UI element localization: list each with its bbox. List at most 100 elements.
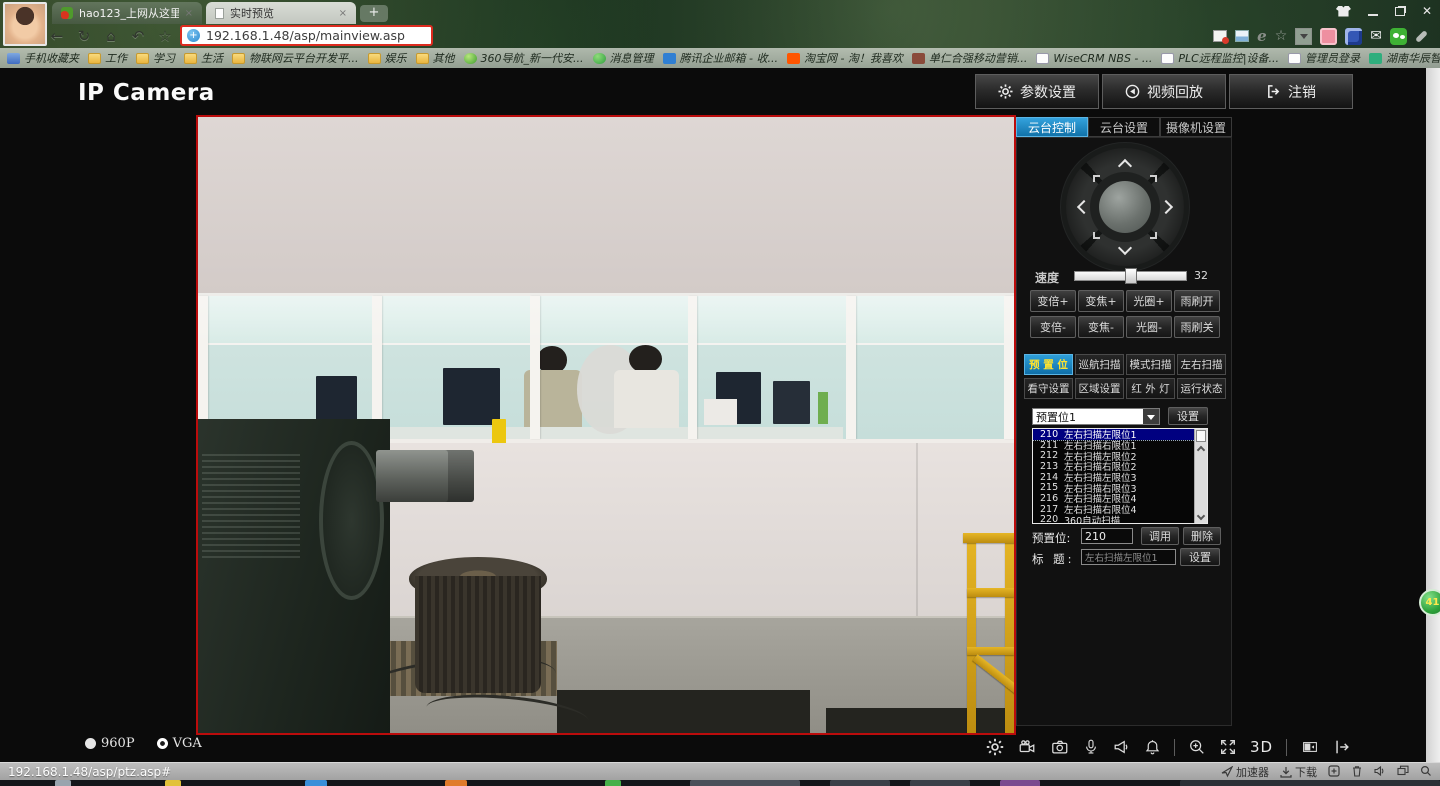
windows-taskbar[interactable]	[0, 780, 1440, 786]
video-playback-button[interactable]: 视频回放	[1102, 74, 1226, 109]
mail-icon[interactable]: ✉	[1370, 28, 1382, 44]
tab-area-settings[interactable]: 区域设置	[1075, 378, 1124, 399]
arrow-up-right-icon[interactable]	[1150, 175, 1157, 182]
tab-preset[interactable]: 预 置 位	[1024, 354, 1073, 375]
bookmark-item[interactable]: 学习	[136, 50, 175, 66]
preset-set-button[interactable]: 设置	[1168, 407, 1208, 425]
back-icon[interactable]: ←	[48, 27, 66, 45]
tab-guard-settings[interactable]: 看守设置	[1024, 378, 1073, 399]
taskbar-app[interactable]	[305, 780, 327, 786]
tab-pan-scan[interactable]: 左右扫描	[1177, 354, 1226, 375]
address-bar[interactable]: + 192.168.1.48/asp/mainview.asp	[180, 25, 433, 46]
focus-minus-button[interactable]: 变焦-	[1078, 316, 1124, 338]
preset-id-input[interactable]: 210	[1081, 528, 1133, 544]
bookmark-item[interactable]: 生活	[184, 50, 223, 66]
bookmark-item[interactable]: 其他	[416, 50, 455, 66]
search-zoom-icon[interactable]	[1420, 765, 1434, 780]
mic-icon[interactable]	[1083, 738, 1099, 756]
arrow-right-icon[interactable]	[1159, 200, 1173, 214]
bookmark-item[interactable]: 腾讯企业邮箱 - 收...	[663, 50, 778, 66]
resolution-vga[interactable]: VGA	[157, 736, 202, 751]
add-tool-icon[interactable]	[1328, 765, 1340, 780]
logout-button[interactable]: 注销	[1229, 74, 1353, 109]
bookmark-item[interactable]: 单仁合强移动营销...	[912, 50, 1028, 66]
home-icon[interactable]: ⌂	[102, 27, 120, 45]
tab-ptz-control[interactable]: 云台控制	[1016, 117, 1088, 137]
bookmark-item[interactable]: 娱乐	[368, 50, 407, 66]
skin-icon[interactable]	[1336, 6, 1351, 17]
taskbar-tray[interactable]	[1180, 780, 1440, 786]
speed-slider-thumb[interactable]	[1125, 268, 1137, 284]
alarm-bell-icon[interactable]	[1144, 738, 1161, 756]
wechat-icon[interactable]	[1390, 28, 1407, 45]
delete-preset-button[interactable]: 删除	[1183, 527, 1221, 545]
plugin-badge[interactable]: 41	[1419, 589, 1440, 616]
audio-horn-icon[interactable]	[1112, 738, 1131, 756]
trash-icon[interactable]	[1351, 765, 1363, 780]
live-video-canvas[interactable]	[196, 115, 1016, 735]
taskbar-app[interactable]	[830, 780, 890, 786]
zoom-minus-button[interactable]: 变倍-	[1030, 316, 1076, 338]
ptz-direction-pad[interactable]	[1066, 148, 1184, 266]
iris-minus-button[interactable]: 光圈-	[1126, 316, 1172, 338]
arrow-down-left-icon[interactable]	[1093, 232, 1100, 239]
screenshot-icon[interactable]	[1235, 30, 1249, 42]
bookmark-item[interactable]: 360导航_新一代安...	[464, 50, 584, 66]
arrow-down-right-icon[interactable]	[1150, 232, 1157, 239]
list-scrollbar[interactable]	[1194, 429, 1207, 523]
record-icon[interactable]	[1017, 738, 1037, 756]
scroll-up-icon[interactable]	[1197, 446, 1205, 454]
taskbar-app[interactable]	[165, 780, 181, 786]
restore-icon[interactable]	[1395, 7, 1405, 16]
3d-position-button[interactable]: 3D	[1250, 738, 1273, 756]
favorites-star-icon[interactable]: ☆	[156, 27, 174, 45]
dpad-center-knob[interactable]	[1099, 181, 1151, 233]
settings-wrench-icon[interactable]	[1415, 30, 1428, 43]
arrow-up-icon[interactable]	[1118, 159, 1132, 173]
bookmark-item[interactable]: 工作	[88, 50, 127, 66]
zoom-plus-button[interactable]: 变倍+	[1030, 290, 1076, 312]
accelerator-tool[interactable]: 加速器	[1221, 764, 1269, 780]
undo-icon[interactable]: ↶	[129, 27, 147, 45]
tab-cruise-scan[interactable]: 巡航扫描	[1075, 354, 1124, 375]
taskbar-active-app[interactable]	[690, 780, 800, 786]
zoom-in-icon[interactable]	[1188, 738, 1206, 756]
preset-list[interactable]: 210左右扫描左限位1 211左右扫描右限位1 212左右扫描左限位2 213左…	[1032, 428, 1208, 524]
arrow-down-icon[interactable]	[1118, 241, 1132, 255]
collapse-panel-icon[interactable]	[1333, 738, 1351, 756]
ie-mode-icon[interactable]: e	[1257, 27, 1267, 45]
panel-toggle-icon[interactable]	[1300, 739, 1320, 755]
taskbar-app[interactable]	[605, 780, 621, 786]
preset-select[interactable]: 预置位1	[1032, 408, 1160, 425]
preset-list-item[interactable]: 220360自动扫描	[1033, 515, 1207, 525]
taskbar-app[interactable]	[910, 780, 970, 786]
arrow-up-left-icon[interactable]	[1093, 175, 1100, 182]
tab-close-icon[interactable]: ×	[339, 8, 347, 19]
bookmark-item[interactable]: WiseCRM NBS - ...	[1036, 52, 1152, 65]
app-pink-icon[interactable]	[1320, 28, 1337, 45]
scroll-down-icon[interactable]	[1197, 512, 1205, 520]
settings-gear-icon[interactable]	[986, 738, 1004, 756]
bookmark-item[interactable]: PLC远程监控|设备...	[1161, 50, 1279, 66]
minimize-icon[interactable]	[1368, 14, 1378, 16]
select-dropdown-icon[interactable]	[1143, 409, 1159, 424]
new-tab-button[interactable]: +	[360, 5, 388, 22]
params-settings-button[interactable]: 参数设置	[975, 74, 1099, 109]
download-tool[interactable]: 下载	[1280, 764, 1317, 780]
tab-live-preview[interactable]: 实时预览 ×	[206, 2, 356, 24]
taskbar-app[interactable]	[445, 780, 467, 786]
snapshot-icon[interactable]	[1050, 738, 1070, 756]
tab-ir-light[interactable]: 红 外 灯	[1126, 378, 1175, 399]
focus-plus-button[interactable]: 变焦+	[1078, 290, 1124, 312]
taskbar-app[interactable]	[1000, 780, 1040, 786]
resolution-960p[interactable]: 960P	[85, 736, 135, 751]
qr-app-icon[interactable]	[1345, 28, 1362, 45]
page-scrollbar[interactable]	[1426, 68, 1440, 762]
scrollbar-thumb[interactable]	[1196, 430, 1206, 442]
fullscreen-icon[interactable]	[1219, 738, 1237, 756]
tab-close-icon[interactable]: ×	[185, 8, 193, 19]
bookmark-item[interactable]: 湖南华辰智通科技...	[1369, 50, 1440, 66]
title-set-button[interactable]: 设置	[1180, 548, 1220, 566]
tab-ptz-settings[interactable]: 云台设置	[1088, 117, 1160, 137]
refresh-icon[interactable]: ↻	[75, 27, 93, 45]
